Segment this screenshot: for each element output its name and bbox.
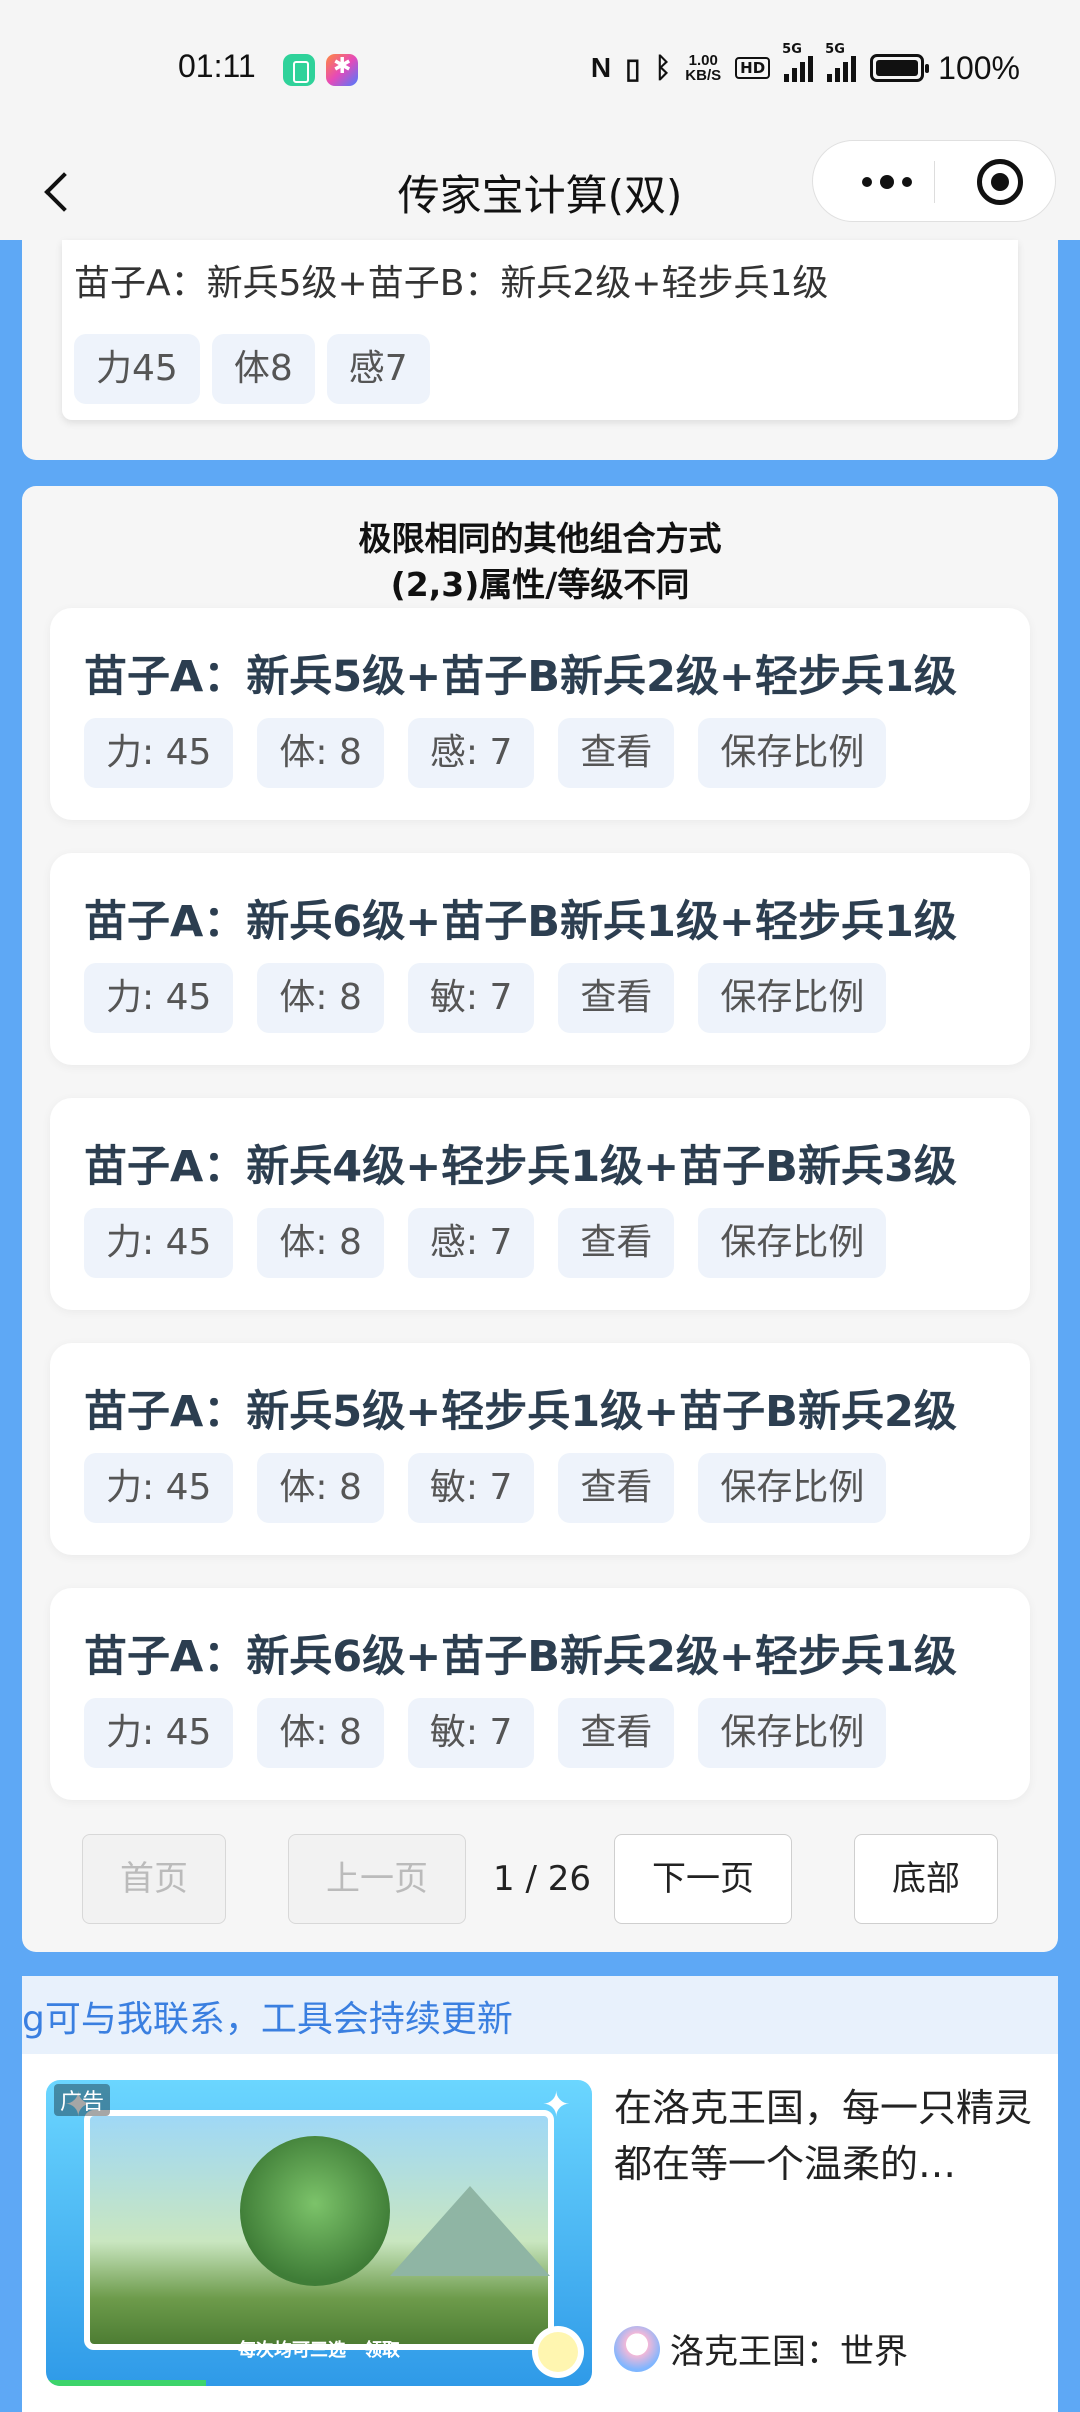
video-progress-bar [46,2380,206,2386]
signal-icon-1: 5G [782,42,814,82]
other-combos-heading: 极限相同的其他组合方式 (2,3)属性/等级不同 [22,516,1058,608]
status-bar: 01:11 N ▯ ᛒ 1.00 KB/S HD 5G 5G 100% [0,0,1080,140]
save-ratio-button[interactable]: 保存比例 [698,963,887,1033]
combo-tags: 力: 45 体: 8 敏: 7 查看 保存比例 [84,963,887,1033]
other-combos-panel: 极限相同的其他组合方式 (2,3)属性/等级不同 苗子A：新兵5级+苗子B新兵2… [22,486,1058,1952]
first-page-button[interactable]: 首页 [82,1834,226,1924]
close-mini-program-icon[interactable] [977,159,1023,205]
top-result-title: 苗子A：新兵5级+苗子B：新兵2级+轻步兵1级 [74,263,829,304]
tag-strength: 力: 45 [84,963,234,1033]
signal-1-label: 5G [782,42,802,57]
notice-text: g可与我联系，工具会持续更新 [22,1999,513,2040]
ad-description: 在洛克王国，每一只精灵都在等一个温柔的… [614,2086,1033,2186]
more-options-icon[interactable] [849,166,925,198]
navigation-bar: 传家宝计算(双) [0,140,1080,240]
tag-constitution: 体: 8 [257,963,384,1033]
combo-card: 苗子A：新兵5级+轻步兵1级+苗子B新兵2级 力: 45 体: 8 敏: 7 查… [50,1343,1030,1555]
combo-card: 苗子A：新兵6级+苗子B新兵1级+轻步兵1级 力: 45 体: 8 敏: 7 查… [50,853,1030,1065]
save-ratio-button[interactable]: 保存比例 [698,1698,887,1768]
save-ratio-button[interactable]: 保存比例 [698,1453,887,1523]
combo-card: 苗子A：新兵5级+苗子B新兵2级+轻步兵1级 力: 45 体: 8 感: 7 查… [50,608,1030,820]
save-ratio-button[interactable]: 保存比例 [698,718,887,788]
tag-constitution: 体: 8 [257,718,384,788]
heading-line-1: 极限相同的其他组合方式 [358,519,722,558]
mountain-illustration [390,2186,550,2276]
tag-constitution: 体: 8 [257,1453,384,1523]
network-speed: 1.00 KB/S [685,53,721,83]
ad-caption: 每次均可三选一领取 [238,2340,400,2361]
page-indicator: 1 / 26 [493,1859,591,1899]
vibrate-icon: ▯ [625,52,641,84]
top-tag-constitution: 体8 [211,334,315,404]
network-speed-unit: KB/S [685,67,722,84]
flower-icon [538,2332,578,2372]
tag-third-attribute: 感: 7 [407,718,535,788]
tag-constitution: 体: 8 [257,1208,384,1278]
view-button[interactable]: 查看 [558,1453,675,1523]
combo-title: 苗子A：新兵6级+苗子B新兵2级+轻步兵1级 [84,1632,957,1682]
tag-third-attribute: 敏: 7 [407,1698,535,1768]
prev-page-button[interactable]: 上一页 [288,1834,466,1924]
combo-card: 苗子A：新兵6级+苗子B新兵2级+轻步兵1级 力: 45 体: 8 敏: 7 查… [50,1588,1030,1800]
top-result-tags: 力45 体8 感7 [74,334,430,404]
save-ratio-button[interactable]: 保存比例 [698,1208,887,1278]
mini-program-capsule [812,140,1056,222]
tag-third-attribute: 感: 7 [407,1208,535,1278]
combo-tags: 力: 45 体: 8 敏: 7 查看 保存比例 [84,1453,887,1523]
combo-title: 苗子A：新兵6级+苗子B新兵1级+轻步兵1级 [84,897,957,947]
tag-third-attribute: 敏: 7 [407,1453,535,1523]
top-tag-perception: 感7 [326,334,430,404]
view-button[interactable]: 查看 [558,963,675,1033]
ad-thumbnail[interactable]: ✦ ✦ 广告 每次均可三选一领取 [46,2080,592,2386]
update-notice: g可与我联系，工具会持续更新 [22,1976,1058,2054]
tag-strength: 力: 45 [84,718,234,788]
combo-title: 苗子A：新兵5级+苗子B新兵2级+轻步兵1级 [84,652,957,702]
tag-strength: 力: 45 [84,1453,234,1523]
scroll-bottom-button[interactable]: 底部 [854,1834,998,1924]
next-page-button[interactable]: 下一页 [614,1834,792,1924]
ad-source[interactable]: 洛克王国：世界 [614,2324,908,2373]
advertiser-avatar [614,2325,660,2372]
ad-card[interactable]: ✦ ✦ 广告 每次均可三选一领取 在洛克王国，每一只精灵都在等一个温柔的… 洛克… [22,2054,1058,2412]
combo-card: 苗子A：新兵4级+轻步兵1级+苗子B新兵3级 力: 45 体: 8 感: 7 查… [50,1098,1030,1310]
battery-icon [870,54,930,82]
heading-line-2: (2,3)属性/等级不同 [390,565,690,604]
network-speed-value: 1.00 [688,52,718,69]
nfc-icon: N [590,52,612,83]
combo-tags: 力: 45 体: 8 感: 7 查看 保存比例 [84,718,887,788]
photos-app-icon [326,54,358,86]
bluetooth-icon: ᛒ [654,52,672,83]
battery-percent: 100% [938,49,1020,86]
tag-strength: 力: 45 [84,1698,234,1768]
advertiser-name: 洛克王国：世界 [670,2332,908,2372]
signal-2-label: 5G [825,42,845,57]
tag-constitution: 体: 8 [257,1698,384,1768]
ad-badge: 广告 [54,2084,111,2116]
combo-tags: 力: 45 体: 8 感: 7 查看 保存比例 [84,1208,887,1278]
hd-voice-icon: HD [735,57,771,79]
combo-tags: 力: 45 体: 8 敏: 7 查看 保存比例 [84,1698,887,1768]
signal-icon-2: 5G [825,42,857,82]
combo-title: 苗子A：新兵4级+轻步兵1级+苗子B新兵3级 [84,1142,957,1192]
capsule-divider [934,161,935,203]
tag-strength: 力: 45 [84,1208,234,1278]
pagination: 首页 上一页 1 / 26 下一页 底部 [22,1834,1058,1926]
ad-game-scene [84,2110,554,2350]
status-indicators: N ▯ ᛒ 1.00 KB/S HD 5G 5G 100% [590,42,1020,92]
app-notification-icon [283,54,315,86]
tag-third-attribute: 敏: 7 [407,963,535,1033]
top-tag-strength: 力45 [74,334,200,404]
view-button[interactable]: 查看 [558,1698,675,1768]
top-result-card: 苗子A：新兵5级+苗子B：新兵2级+轻步兵1级 力45 体8 感7 [62,240,1018,420]
result-panel: 苗子A：新兵5级+苗子B：新兵2级+轻步兵1级 力45 体8 感7 [22,240,1058,460]
star-icon: ✦ [542,2085,571,2125]
tree-illustration [240,2136,390,2286]
view-button[interactable]: 查看 [558,1208,675,1278]
status-time: 01:11 [178,48,256,84]
combo-title: 苗子A：新兵5级+轻步兵1级+苗子B新兵2级 [84,1387,957,1437]
view-button[interactable]: 查看 [558,718,675,788]
